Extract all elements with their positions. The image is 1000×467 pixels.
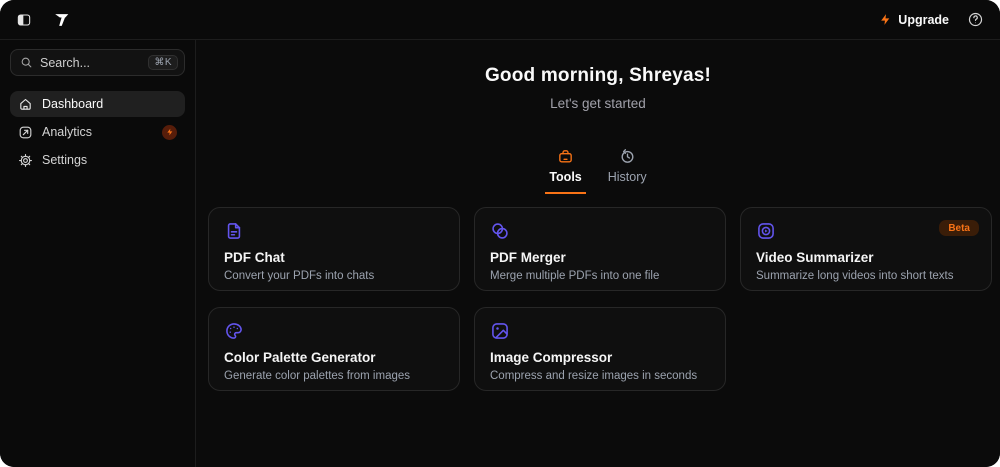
help-circle-icon — [967, 11, 984, 28]
search-icon — [20, 56, 33, 69]
page-title: Good morning, Shreyas! — [484, 65, 712, 86]
sidebar-item-dashboard[interactable]: Dashboard — [10, 91, 185, 117]
app-logo-icon — [52, 12, 70, 28]
trending-square-icon — [18, 125, 33, 140]
beta-badge: Beta — [939, 220, 979, 236]
file-text-icon — [224, 221, 444, 241]
sidebar-nav: Dashboard Analytics Settings — [10, 91, 185, 173]
search-placeholder: Search... — [40, 55, 91, 70]
bolt-icon — [879, 13, 892, 26]
tool-card-pdf-chat[interactable]: PDF Chat Convert your PDFs into chats — [208, 207, 460, 291]
tools-grid: PDF Chat Convert your PDFs into chats PD… — [196, 207, 1000, 391]
tab-history[interactable]: History — [604, 148, 651, 194]
search-input[interactable]: Search... ⌘K — [10, 49, 185, 76]
history-clock-icon — [619, 148, 636, 165]
tool-card-description: Generate color palettes from images — [224, 370, 411, 382]
search-shortcut-badge: ⌘K — [148, 55, 178, 70]
upgrade-label: Upgrade — [898, 12, 949, 27]
home-icon — [18, 97, 33, 112]
tab-label: Tools — [549, 170, 582, 184]
main-content: Good morning, Shreyas! Let's get started… — [196, 40, 1000, 467]
app-window: Upgrade Search... ⌘K Dashboard Analytics… — [0, 0, 1000, 467]
sidebar-item-label: Analytics — [42, 125, 93, 139]
tool-card-title: Color Palette Generator — [224, 350, 376, 365]
toolbox-icon — [557, 148, 574, 165]
sidebar: Search... ⌘K Dashboard Analytics Setting… — [0, 40, 196, 467]
tool-card-pdf-merger[interactable]: PDF Merger Merge multiple PDFs into one … — [474, 207, 726, 291]
tool-card-color-palette-generator[interactable]: Color Palette Generator Generate color p… — [208, 307, 460, 391]
tab-tools[interactable]: Tools — [545, 148, 586, 194]
page-subtitle: Let's get started — [550, 96, 646, 111]
tool-card-image-compressor[interactable]: Image Compressor Compress and resize ima… — [474, 307, 726, 391]
sidebar-item-label: Settings — [42, 153, 88, 167]
merge-circles-icon — [490, 221, 710, 241]
analytics-bolt-badge — [162, 124, 177, 140]
help-button[interactable] — [965, 9, 986, 30]
sidebar-item-settings[interactable]: Settings — [10, 147, 185, 173]
palette-icon — [224, 321, 444, 341]
tool-card-description: Convert your PDFs into chats — [224, 270, 375, 282]
tool-card-title: Image Compressor — [490, 350, 613, 365]
tool-card-description: Summarize long videos into short texts — [756, 270, 954, 282]
tool-card-video-summarizer[interactable]: Beta Video Summarizer Summarize long vid… — [740, 207, 992, 291]
image-icon — [490, 321, 710, 341]
tool-card-description: Compress and resize images in seconds — [490, 370, 698, 382]
tool-card-title: PDF Chat — [224, 250, 285, 265]
panel-left-icon — [16, 12, 32, 28]
tab-bar: Tools History — [196, 148, 1000, 194]
topbar: Upgrade — [0, 0, 1000, 40]
sidebar-toggle-button[interactable] — [14, 10, 34, 30]
sidebar-item-analytics[interactable]: Analytics — [10, 119, 185, 145]
gear-icon — [18, 153, 33, 168]
upgrade-button[interactable]: Upgrade — [879, 13, 949, 27]
tool-card-title: Video Summarizer — [756, 250, 874, 265]
sidebar-item-label: Dashboard — [42, 97, 104, 111]
tab-label: History — [607, 170, 647, 184]
tool-card-description: Merge multiple PDFs into one file — [490, 270, 660, 282]
tool-card-title: PDF Merger — [490, 250, 566, 265]
